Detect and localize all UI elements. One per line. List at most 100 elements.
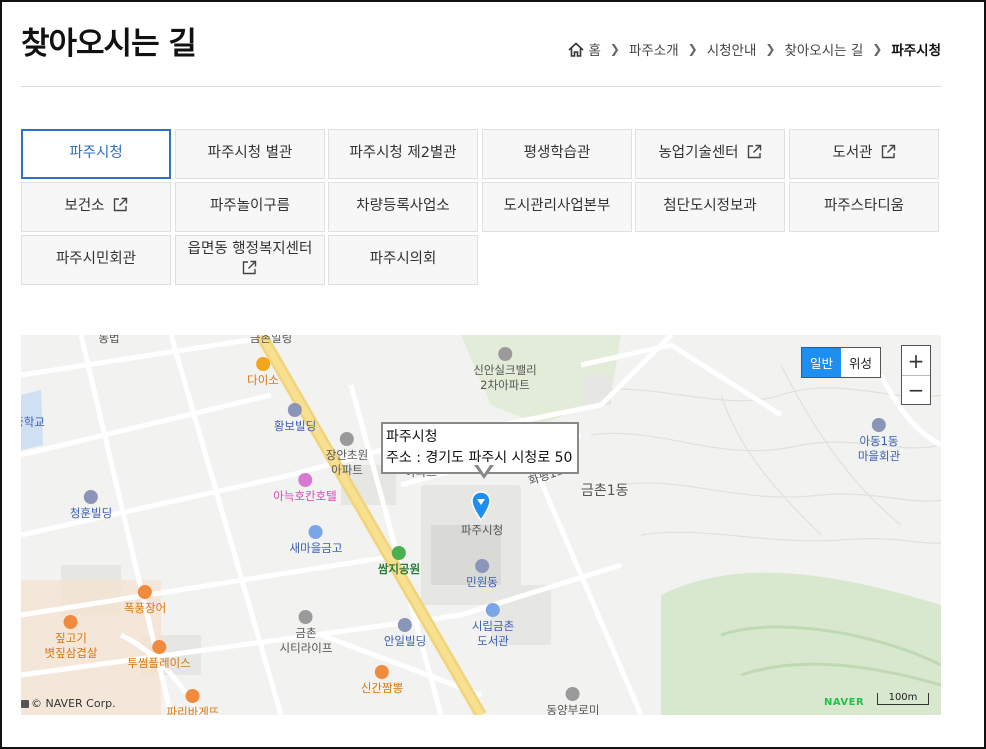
tab-label: 읍면동 행정복지센터 <box>187 241 313 258</box>
poi-hotel[interactable]: 아늑호칸호텔 <box>273 473 337 504</box>
tab-4[interactable]: 평생학습관 <box>482 129 632 179</box>
tab-8[interactable]: 파주놀이구름 <box>175 182 325 232</box>
poi-community-hall[interactable]: 아동1동 마을회관 <box>858 418 900 464</box>
building-icon <box>871 418 886 432</box>
park-icon <box>391 546 406 560</box>
cafe-icon <box>151 640 166 654</box>
tab-5[interactable]: 농업기술센터 <box>635 129 785 179</box>
tab-label: 파주시민회관 <box>55 251 137 268</box>
tab-label: 도서관 <box>832 145 873 162</box>
poi-building[interactable]: 황보빌딩 <box>274 403 316 434</box>
poi-cafe[interactable]: 투썸플레이스 <box>127 640 191 671</box>
poi-restaurant[interactable]: 신간짬뽕 <box>361 665 403 696</box>
tab-label: 차량등록사업소 <box>356 198 450 215</box>
map-scale: 100m <box>877 693 929 705</box>
tab-1[interactable]: 파주시청 <box>21 129 171 179</box>
restaurant-icon <box>374 665 389 679</box>
title-divider <box>21 86 941 87</box>
poi-restaurant[interactable]: 폭풍장어 <box>124 585 166 616</box>
tab-10[interactable]: 도시관리사업본부 <box>482 182 632 232</box>
poi-library[interactable]: 시립금촌 도서관 <box>472 603 514 649</box>
map-type-normal-button[interactable]: 일반 <box>802 348 842 377</box>
poi-label: 동법 <box>98 335 120 345</box>
tab-13[interactable]: 파주시민회관 <box>21 235 171 285</box>
map-copyright: © NAVER Corp. <box>21 697 116 710</box>
poi-restaurant[interactable]: 짚고기 볏짚삼겹살 <box>45 615 97 661</box>
area-label: 금촌1동 <box>581 483 629 499</box>
poi-apartment[interactable]: 신안실크밸리 2차아파트 <box>473 347 537 393</box>
breadcrumb: 홈 ❯ 파주소개 ❯ 시청안내 ❯ 찾아오시는 길 ❯ 파주시청 <box>568 39 941 59</box>
tab-15[interactable]: 파주시의회 <box>328 235 478 285</box>
tab-3[interactable]: 파주시청 제2별관 <box>328 129 478 179</box>
bank-icon <box>309 525 323 539</box>
apartment-icon <box>497 347 512 361</box>
external-link-icon <box>881 145 895 159</box>
poi-park[interactable]: 쌈지공원 <box>378 546 420 577</box>
map-type-satellite-button[interactable]: 위성 <box>841 348 881 377</box>
building-icon <box>287 403 302 417</box>
tab-12[interactable]: 파주스타디움 <box>789 182 939 232</box>
chevron-right-icon: ❯ <box>765 42 776 56</box>
map-view[interactable]: 동법 금촌일링 다이소 신안실크밸리 2차아파트 황보빌딩 장안초원 아파트 장… <box>21 335 941 715</box>
shop-icon <box>256 357 270 371</box>
breadcrumb-city-hall-info[interactable]: 시청안내 <box>707 39 757 59</box>
poi-bakery[interactable]: 파리바게뜨 <box>167 689 219 715</box>
tab-label: 첨단도시정보과 <box>663 198 757 215</box>
poi-label: 중학교 <box>21 415 45 429</box>
info-title: 파주시청 <box>386 429 438 445</box>
tab-label: 보건소 <box>64 198 105 215</box>
tab-label: 평생학습관 <box>523 145 591 162</box>
tab-label: 파주시청 별관 <box>207 145 293 162</box>
tab-label: 도시관리사업본부 <box>503 198 611 215</box>
naver-logo-icon <box>21 699 29 708</box>
poi-apartment[interactable]: 금촌 시티라이프 <box>280 610 332 656</box>
naver-brand: NAVER <box>824 697 865 708</box>
poi-civil-office[interactable]: 민원동 <box>466 559 498 590</box>
external-link-icon <box>747 145 761 159</box>
bakery-icon <box>186 689 200 703</box>
location-pin-icon[interactable] <box>471 491 491 521</box>
tab-11[interactable]: 첨단도시정보과 <box>635 182 785 232</box>
poi-daiso[interactable]: 다이소 <box>247 357 279 388</box>
apartment-icon <box>299 610 313 624</box>
tab-7[interactable]: 보건소 <box>21 182 171 232</box>
library-icon <box>485 603 500 617</box>
tab-2[interactable]: 파주시청 별관 <box>175 129 325 179</box>
poi-city-hall-label: 파주시청 <box>460 523 504 537</box>
building-icon <box>475 559 489 573</box>
poi-building[interactable]: 안일빌딩 <box>384 618 426 649</box>
chevron-right-icon: ❯ <box>687 42 698 56</box>
breadcrumb-home[interactable]: 홈 <box>588 39 600 59</box>
tab-label: 파주시청 <box>69 145 123 162</box>
map-type-toggle: 일반 위성 <box>801 347 882 378</box>
home-icon[interactable] <box>568 41 584 57</box>
zoom-control: + − <box>901 345 931 405</box>
external-link-icon <box>113 198 127 212</box>
info-window-tail <box>474 462 494 479</box>
restaurant-icon <box>64 615 78 629</box>
zoom-in-button[interactable]: + <box>902 346 930 375</box>
poi-building[interactable]: 청훈빌딩 <box>70 490 112 521</box>
breadcrumb-about[interactable]: 파주소개 <box>629 39 679 59</box>
breadcrumb-directions[interactable]: 찾아오시는 길 <box>784 39 863 59</box>
apartment-icon <box>566 687 580 701</box>
tab-label: 파주놀이구름 <box>209 198 291 215</box>
apartment-icon <box>339 432 354 446</box>
tab-label: 파주시의회 <box>369 251 437 268</box>
tab-14[interactable]: 읍면동 행정복지센터 <box>175 235 325 285</box>
chevron-right-icon: ❯ <box>609 42 620 56</box>
page-title: 찾아오시는 길 <box>21 26 197 62</box>
chevron-right-icon: ❯ <box>872 42 883 56</box>
poi-apartment[interactable]: 장안초원 아파트 <box>326 432 368 478</box>
tab-6[interactable]: 도서관 <box>789 129 939 179</box>
poi-apartment[interactable]: 동양부로미 <box>547 687 599 715</box>
zoom-out-button[interactable]: − <box>902 375 930 404</box>
tab-label: 농업기술센터 <box>658 145 739 162</box>
breadcrumb-current: 파주시청 <box>891 43 941 59</box>
poi-bank[interactable]: 새마을금고 <box>290 525 342 556</box>
tab-label: 파주스타디움 <box>823 198 905 215</box>
tab-label: 파주시청 제2별관 <box>349 145 457 162</box>
external-link-icon <box>243 260 257 275</box>
building-icon <box>397 618 412 632</box>
tab-9[interactable]: 차량등록사업소 <box>328 182 478 232</box>
